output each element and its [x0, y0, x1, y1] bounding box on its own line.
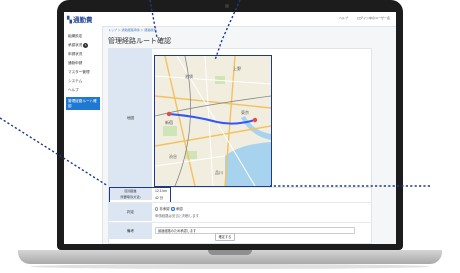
logo-icon: ▚ — [67, 17, 72, 24]
svg-text:渋谷: 渋谷 — [169, 153, 177, 159]
laptop-shadow — [30, 264, 430, 269]
user-menu[interactable]: ログイン中のユーザー名 — [357, 16, 390, 20]
sidebar-item-route-check[interactable]: 管理経路ルート確認 — [66, 97, 100, 111]
sidebar-item-org[interactable]: 組織設定 — [66, 32, 100, 41]
comment-input[interactable]: 最適経路のため承認します — [155, 227, 355, 234]
page-title: 管理経路ルート確認 — [108, 38, 171, 45]
svg-text:品川: 品川 — [215, 170, 223, 175]
sidebar-item-commute[interactable]: 通勤申請 — [66, 59, 100, 68]
webcam-icon — [225, 4, 229, 8]
judgement-note: 申請経路は妥当と判断します — [155, 214, 200, 218]
help-link[interactable]: ヘルプ — [339, 16, 348, 20]
judgement-radios: 非承認 承認 — [155, 206, 183, 211]
count-badge: 1 — [83, 42, 89, 48]
route-form: 地図 池袋 新宿 渋谷 東京 品川 上野 区間距離 12.1 km 所要時間(片… — [108, 48, 372, 244]
route-map[interactable]: 池袋 新宿 渋谷 東京 品川 上野 — [154, 55, 272, 187]
laptop-base — [18, 250, 442, 264]
app-logo[interactable]: ▚通勤費 — [67, 14, 93, 24]
map-label: 地図 — [109, 49, 152, 187]
comment-label: 備考 — [109, 223, 152, 239]
laptop-notch — [208, 250, 252, 255]
laptop-screen: ▚通勤費 ヘルプ ログイン中のユーザー名 組織設定 承認状況 1 申請状況 通勤申… — [64, 12, 396, 244]
distance-time-highlight — [109, 187, 171, 203]
breadcrumb[interactable]: トップ ＞ 通勤経路申請 ＞ 経路確認 — [108, 28, 156, 32]
radio-reject[interactable] — [155, 207, 159, 211]
svg-text:上野: 上野 — [233, 65, 241, 71]
judgement-label: 判定 — [109, 203, 152, 221]
sidebar: 組織設定 承認状況 1 申請状況 通勤申請 マスター管理 システム ヘルプ 管理経… — [64, 26, 103, 244]
sidebar-item-master[interactable]: マスター管理 — [66, 68, 100, 77]
top-bar: ▚通勤費 ヘルプ ログイン中のユーザー名 — [64, 12, 396, 27]
submit-button[interactable]: 確定する — [215, 233, 235, 241]
sidebar-item-approval[interactable]: 承認状況 1 — [66, 41, 100, 50]
sidebar-item-system[interactable]: システム — [66, 77, 100, 86]
map-graphic: 池袋 新宿 渋谷 東京 品川 上野 — [155, 56, 271, 186]
radio-approve[interactable] — [171, 207, 175, 211]
sidebar-item-status[interactable]: 申請状況 — [66, 50, 100, 59]
svg-text:東京: 東京 — [241, 109, 249, 115]
sidebar-item-help[interactable]: ヘルプ — [66, 86, 100, 95]
svg-text:池袋: 池袋 — [185, 73, 193, 79]
svg-text:新宿: 新宿 — [165, 119, 173, 125]
